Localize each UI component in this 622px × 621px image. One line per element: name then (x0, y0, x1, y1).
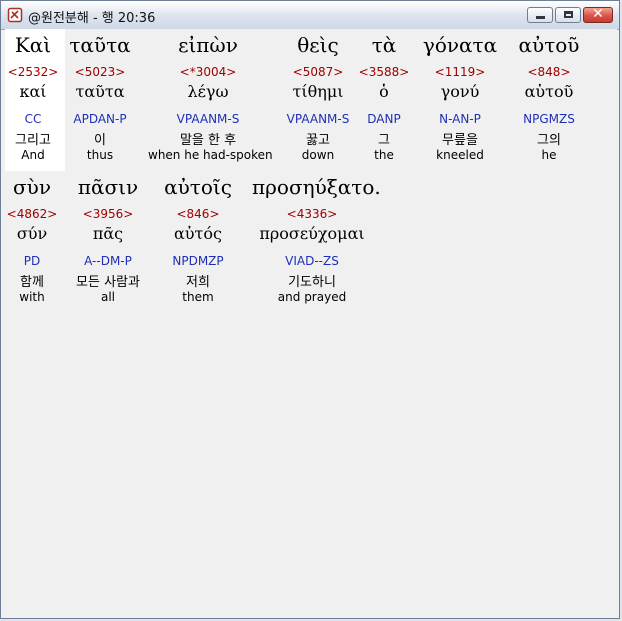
english-gloss: and prayed (277, 290, 347, 304)
strongs-number[interactable]: <846> (138, 207, 258, 221)
greek-word: προσηύξατο. (252, 175, 381, 199)
greek-word: ταῦτα (69, 33, 131, 57)
strongs-number[interactable]: <*3004> (148, 65, 268, 79)
lemma: αὑτοῦ (524, 82, 574, 101)
close-icon: ✕ (592, 6, 604, 22)
parsing-code: VIAD--ZS (285, 254, 339, 268)
lemma: προσεύχομαι (259, 224, 365, 243)
minimize-icon (536, 16, 545, 19)
maximize-icon (564, 11, 573, 18)
parsing-code: NPDMZP (172, 254, 224, 268)
greek-word: εἰπὼν (178, 33, 238, 57)
stamp-icon (7, 7, 23, 23)
parsing-code: APDAN-P (73, 112, 127, 126)
app-window: @원전분해 - 행 20:36 ✕ Καὶ <2532> καί CC 그리고 And τα… (0, 0, 620, 619)
minimize-button[interactable] (527, 7, 553, 23)
title-bar[interactable]: @원전분해 - 행 20:36 ✕ (1, 1, 619, 30)
english-gloss: them (182, 290, 214, 304)
english-gloss: when he had-spoken (148, 148, 273, 162)
greek-word: αὐτοῖς (164, 175, 232, 199)
parsing-code: NPGMZS (523, 112, 575, 126)
korean-gloss: 그의 (537, 133, 561, 148)
korean-gloss: 말을 한 후 (179, 133, 237, 148)
greek-word: αὐτοῦ (518, 33, 580, 57)
lemma: ταῦτα (75, 82, 125, 101)
maximize-button[interactable] (555, 7, 581, 23)
window-title: @원전분해 - 행 20:36 (28, 11, 156, 26)
korean-gloss: 기도하니 (288, 275, 336, 290)
strongs-number[interactable]: <848> (489, 65, 609, 79)
english-gloss: thus (86, 148, 114, 162)
korean-gloss: 저희 (186, 275, 210, 290)
lemma: αὐτός (174, 224, 222, 243)
strongs-number[interactable]: <4336> (252, 207, 372, 221)
parsing-code: VPAANM-S (176, 112, 240, 126)
lemma: λέγω (187, 82, 229, 101)
strongs-number[interactable]: <5023> (40, 65, 160, 79)
korean-gloss: 이 (94, 133, 106, 148)
english-gloss: he (541, 148, 557, 162)
close-button[interactable]: ✕ (583, 6, 613, 23)
interlinear-view[interactable]: Καὶ <2532> καί CC 그리고 And ταῦτα <5023> ταῦτα APDA… (5, 29, 617, 617)
